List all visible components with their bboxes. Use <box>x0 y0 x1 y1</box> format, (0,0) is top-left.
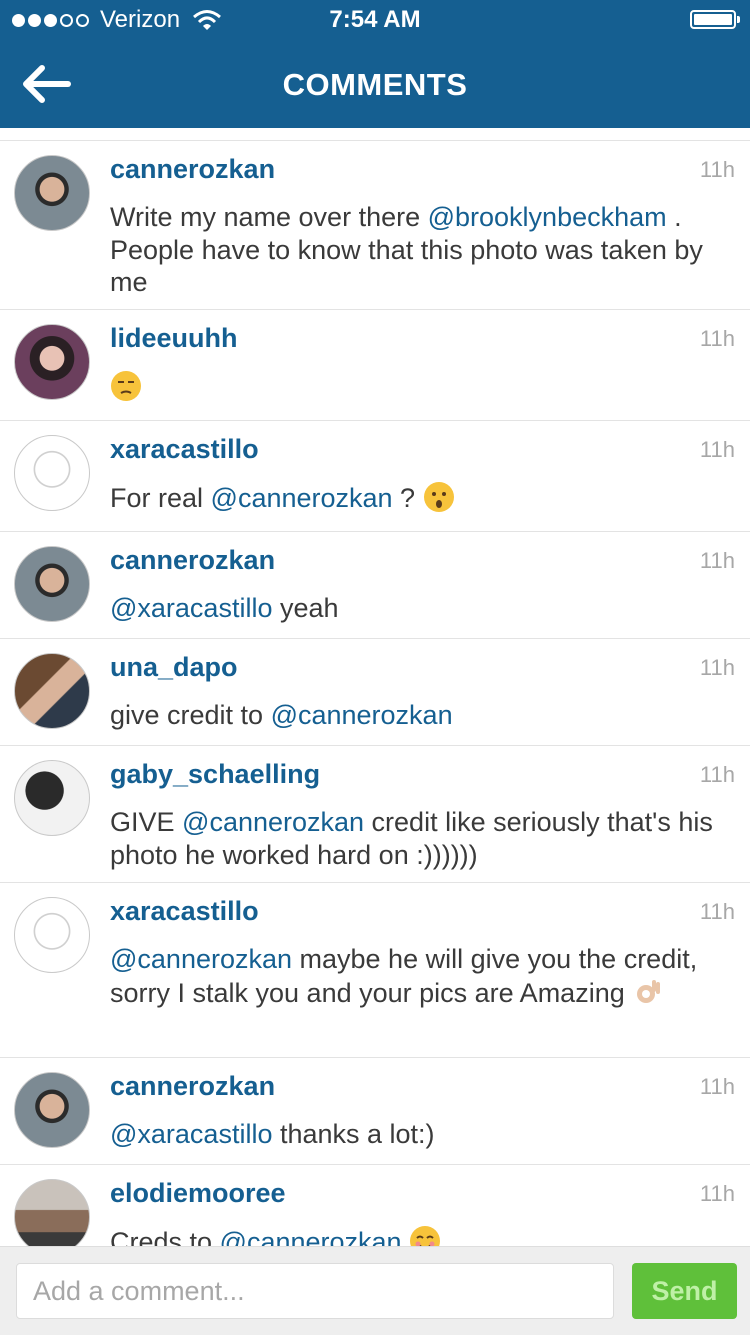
avatar[interactable] <box>14 155 90 231</box>
comment-timestamp: 11h <box>699 655 735 680</box>
comment-username[interactable]: xaracastillo <box>110 434 259 465</box>
comment-text: Creds to @cannerozkan <box>110 1225 720 1246</box>
avatar[interactable] <box>14 897 90 973</box>
avatar[interactable] <box>14 653 90 729</box>
comment-text-segment <box>402 1227 410 1246</box>
mention-link[interactable]: @cannerozkan <box>271 700 453 730</box>
comment-timestamp: 11h <box>699 157 735 182</box>
comment-username[interactable]: gaby_schaelling <box>110 759 320 790</box>
comment-text-segment: Write my name over there <box>110 202 428 232</box>
comment-composer: Add a comment... Send <box>0 1246 750 1335</box>
comment-text-segment: yeah <box>272 593 339 623</box>
comment-timestamp: 11h <box>699 548 735 573</box>
navigation-bar: Verizon 7:54 AM COMMENTS <box>0 0 750 128</box>
comment-text-segment: GIVE <box>110 807 183 837</box>
comment-text: @cannerozkan maybe he will give you the … <box>110 943 720 1009</box>
comment-text-segment: give credit to <box>110 700 271 730</box>
mention-link[interactable]: @brooklynbeckham <box>428 202 667 232</box>
unamused-emoji <box>111 371 141 401</box>
avatar[interactable] <box>14 760 90 836</box>
comment-text-segment: Creds to <box>110 1227 220 1246</box>
mention-link[interactable]: @cannerozkan <box>220 1227 402 1246</box>
comment-text: give credit to @cannerozkan <box>110 699 720 732</box>
comment-username[interactable]: cannerozkan <box>110 1071 275 1102</box>
status-bar: Verizon 7:54 AM <box>0 0 750 40</box>
comment-timestamp: 11h <box>699 899 735 924</box>
ok-hand-emoji <box>637 979 661 1003</box>
comment-username[interactable]: lideeuuhh <box>110 323 238 354</box>
comment-row[interactable]: xaracastillo 11h @cannerozkan maybe he wil… <box>0 882 750 1057</box>
avatar[interactable] <box>14 1072 90 1148</box>
comment-row[interactable]: cannerozkan 11h @xaracastillo thanks a lot… <box>0 1057 750 1164</box>
battery-icon <box>690 10 740 29</box>
mention-link[interactable]: @cannerozkan <box>182 807 364 837</box>
comment-timestamp: 11h <box>699 437 735 462</box>
comment-timestamp: 11h <box>699 762 735 787</box>
page-title: COMMENTS <box>282 67 468 102</box>
comment-row[interactable]: gaby_schaelling 11h GIVE @cannerozkan cred… <box>0 745 750 882</box>
comment-text: @xaracastillo thanks a lot:) <box>110 1118 720 1151</box>
comment-text-segment: ? <box>392 483 423 513</box>
comment-list[interactable]: cannerozkan 11h Write my name over there @… <box>0 140 750 1246</box>
avatar[interactable] <box>14 435 90 511</box>
smiling-emoji <box>410 1226 441 1246</box>
comment-row[interactable]: xaracastillo 11h For real @cannerozkan ? <box>0 420 750 531</box>
mention-link[interactable]: @xaracastillo <box>110 593 272 623</box>
comment-timestamp: 11h <box>699 1181 735 1206</box>
status-time: 7:54 AM <box>329 6 421 33</box>
surprised-emoji <box>423 482 454 512</box>
comment-row[interactable]: una_dapo 11h give credit to @cannerozkan <box>0 638 750 745</box>
comment-text: Write my name over there @brooklynbeckha… <box>110 201 720 299</box>
comment-text: For real @cannerozkan ? <box>110 481 720 515</box>
comment-username[interactable]: cannerozkan <box>110 545 275 576</box>
comment-timestamp: 11h <box>699 326 735 351</box>
comment-text: @xaracastillo yeah <box>110 592 720 625</box>
comment-username[interactable]: elodiemooree <box>110 1178 286 1209</box>
comment-row[interactable]: lideeuuhh 11h <box>0 309 750 420</box>
mention-link[interactable]: @cannerozkan <box>110 944 292 974</box>
comment-row[interactable]: cannerozkan 11h @xaracastillo yeah <box>0 531 750 638</box>
comment-timestamp: 11h <box>699 1074 735 1099</box>
comment-username[interactable]: cannerozkan <box>110 154 275 185</box>
comment-row[interactable]: cannerozkan 11h Write my name over there @… <box>0 140 750 309</box>
send-button[interactable]: Send <box>632 1263 737 1319</box>
comment-text: GIVE @cannerozkan credit like seriously … <box>110 806 720 871</box>
avatar[interactable] <box>14 324 90 400</box>
avatar[interactable] <box>14 546 90 622</box>
comment-username[interactable]: xaracastillo <box>110 896 259 927</box>
mention-link[interactable]: @xaracastillo <box>110 1119 272 1149</box>
comment-text <box>110 370 720 404</box>
avatar[interactable] <box>14 1179 90 1246</box>
comment-row[interactable]: elodiemooree 11h Creds to @cannerozkan <box>0 1164 750 1246</box>
comment-text-segment: For real <box>110 483 211 513</box>
comment-username[interactable]: una_dapo <box>110 652 238 683</box>
mention-link[interactable]: @cannerozkan <box>211 483 393 513</box>
comment-text-segment: thanks a lot:) <box>272 1119 435 1149</box>
comment-input[interactable]: Add a comment... <box>16 1263 614 1319</box>
